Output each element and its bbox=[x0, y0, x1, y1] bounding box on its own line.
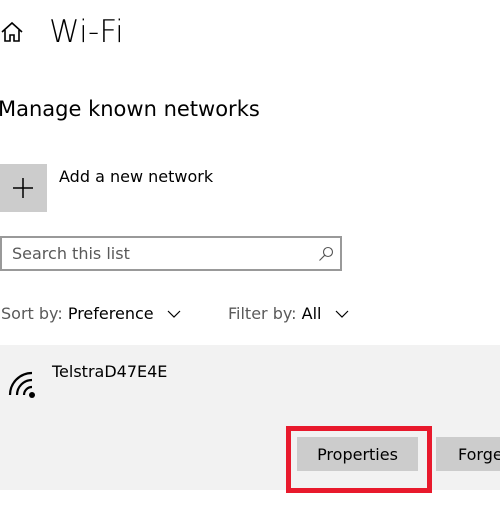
add-network-button[interactable] bbox=[0, 164, 47, 212]
forget-button[interactable]: Forget bbox=[436, 437, 500, 471]
wifi-signal-icon bbox=[8, 371, 35, 398]
sort-label: Sort by: bbox=[1, 304, 63, 323]
page-title: Wi-Fi bbox=[49, 14, 124, 50]
search-box[interactable] bbox=[0, 236, 342, 271]
properties-button[interactable]: Properties bbox=[297, 437, 418, 471]
wifi-settings-page: Wi-Fi Manage known networks Add a new ne… bbox=[0, 0, 500, 509]
chevron-down-icon bbox=[335, 310, 349, 318]
section-heading: Manage known networks bbox=[0, 97, 260, 121]
sort-dropdown[interactable]: Sort by: Preference bbox=[1, 301, 181, 327]
plus-icon bbox=[13, 178, 33, 198]
chevron-down-icon bbox=[167, 310, 181, 318]
filter-dropdown[interactable]: Filter by: All bbox=[228, 301, 349, 327]
network-name: TelstraD47E4E bbox=[52, 362, 168, 381]
search-icon[interactable] bbox=[318, 246, 334, 262]
search-input[interactable] bbox=[12, 238, 302, 269]
home-icon[interactable] bbox=[0, 20, 24, 44]
filter-label: Filter by: bbox=[228, 304, 297, 323]
add-network-label[interactable]: Add a new network bbox=[59, 164, 213, 190]
network-list-item[interactable]: TelstraD47E4E Properties Forget bbox=[0, 345, 500, 490]
filter-value: All bbox=[301, 304, 322, 323]
sort-value: Preference bbox=[67, 304, 154, 323]
